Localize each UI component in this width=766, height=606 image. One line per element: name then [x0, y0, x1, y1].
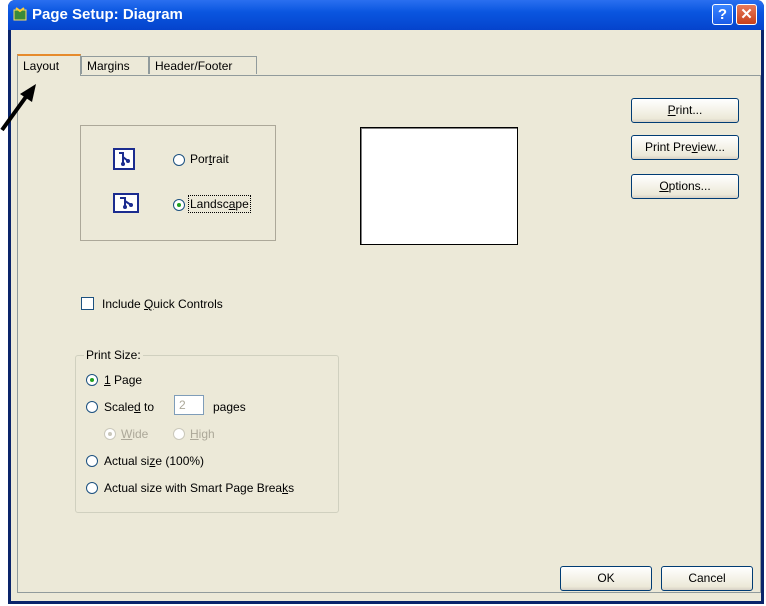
close-button[interactable]: ✕ — [736, 4, 757, 25]
cancel-button[interactable]: Cancel — [661, 566, 753, 591]
scaled-to-label[interactable]: Scaled to — [104, 400, 154, 414]
portrait-radio[interactable] — [173, 154, 185, 166]
one-page-label[interactable]: 1 Page — [104, 373, 142, 387]
quick-controls-label[interactable]: Include Quick Controls — [102, 297, 223, 311]
portrait-icon — [113, 148, 135, 170]
annotation-arrow-icon — [0, 84, 36, 132]
tab-layout[interactable]: Layout — [17, 54, 81, 76]
wide-radio[interactable] — [104, 428, 116, 440]
help-button[interactable]: ? — [712, 4, 733, 25]
print-preview-button[interactable]: Print Preview... — [631, 135, 739, 160]
print-size-title: Print Size: — [84, 348, 143, 362]
one-page-radio[interactable] — [86, 374, 98, 386]
actual-size-label[interactable]: Actual size (100%) — [104, 454, 204, 468]
high-label[interactable]: High — [190, 427, 215, 441]
landscape-icon — [113, 193, 139, 213]
tab-header-footer[interactable]: Header/Footer — [149, 56, 257, 74]
landscape-label[interactable]: Landscape — [188, 195, 251, 213]
window-title: Page Setup: Diagram — [32, 6, 183, 23]
page-preview — [360, 127, 518, 245]
tab-margins[interactable]: Margins — [81, 56, 149, 74]
actual-smart-label[interactable]: Actual size with Smart Page Breaks — [104, 481, 294, 495]
orientation-box — [80, 125, 276, 241]
wide-label[interactable]: Wide — [121, 427, 148, 441]
scaled-to-radio[interactable] — [86, 401, 98, 413]
ok-button[interactable]: OK — [560, 566, 652, 591]
options-button[interactable]: Options... — [631, 174, 739, 199]
pages-unit-label: pages — [213, 400, 246, 414]
landscape-radio[interactable] — [173, 199, 185, 211]
scale-pages-input[interactable]: 2 — [174, 395, 204, 415]
quick-controls-checkbox[interactable] — [81, 297, 94, 310]
portrait-label[interactable]: Portrait — [190, 152, 229, 166]
actual-size-radio[interactable] — [86, 455, 98, 467]
high-radio[interactable] — [173, 428, 185, 440]
print-button[interactable]: Print... — [631, 98, 739, 123]
actual-smart-radio[interactable] — [86, 482, 98, 494]
title-bar[interactable]: Page Setup: Diagram ? ✕ — [8, 0, 764, 30]
app-icon — [13, 7, 27, 21]
